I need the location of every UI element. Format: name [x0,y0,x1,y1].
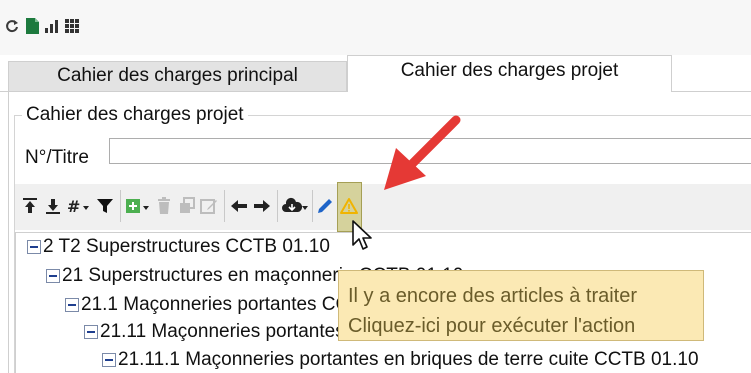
tooltip-line-1: Il y a encore des articles à traiter [348,285,638,307]
bar-chart-icon[interactable] [45,18,59,34]
top-bar [0,0,751,55]
excel-icon[interactable] [25,18,39,34]
warning-icon[interactable] [340,196,358,216]
top-icons [5,17,79,35]
collapse-icon[interactable] [102,353,116,367]
pencil-icon[interactable] [316,196,334,216]
delete-icon[interactable] [156,196,172,216]
collapse-icon[interactable] [27,240,41,254]
refresh-icon[interactable] [5,18,19,34]
move-bottom-icon[interactable] [45,196,61,216]
svg-text:#: # [67,197,80,215]
tab-cahier-projet[interactable]: Cahier des charges projet [347,55,672,91]
tab-cahier-principal[interactable]: Cahier des charges principal [8,61,347,91]
move-top-icon[interactable] [22,196,38,216]
arrow-left-icon[interactable] [230,196,248,216]
tooltip-line-2: Cliquez-ici pour exécuter l'action [348,315,636,337]
tree-node[interactable]: 2 T2 Superstructures CCTB 01.10 [27,235,330,259]
mouse-cursor-icon [352,220,372,250]
cloud-download-dropdown-icon[interactable] [282,196,310,216]
add-green-dropdown-icon[interactable] [125,196,151,216]
annotation-arrow-icon [384,115,461,190]
copy-icon[interactable] [178,196,196,216]
tree-node-label: 21.11.1 Maçonneries portantes en briques… [118,349,699,370]
arrow-right-icon[interactable] [253,196,271,216]
groupbox-legend: Cahier des charges projet [22,104,248,126]
collapse-icon[interactable] [84,325,98,339]
collapse-icon[interactable] [65,298,79,312]
warning-tooltip: Il y a encore des articles à traiter Cli… [338,270,704,341]
tree-node[interactable]: 21.11.1 Maçonneries portantes en briques… [102,348,699,372]
grid-icon[interactable] [65,18,79,34]
tree-node-label: 2 T2 Superstructures CCTB 01.10 [43,236,330,257]
collapse-icon[interactable] [46,269,60,283]
numbering-dropdown-icon[interactable]: # [66,196,92,216]
edit-icon[interactable] [200,196,218,216]
num-titre-label: N°/Titre [25,147,89,168]
filter-icon[interactable] [96,196,114,216]
